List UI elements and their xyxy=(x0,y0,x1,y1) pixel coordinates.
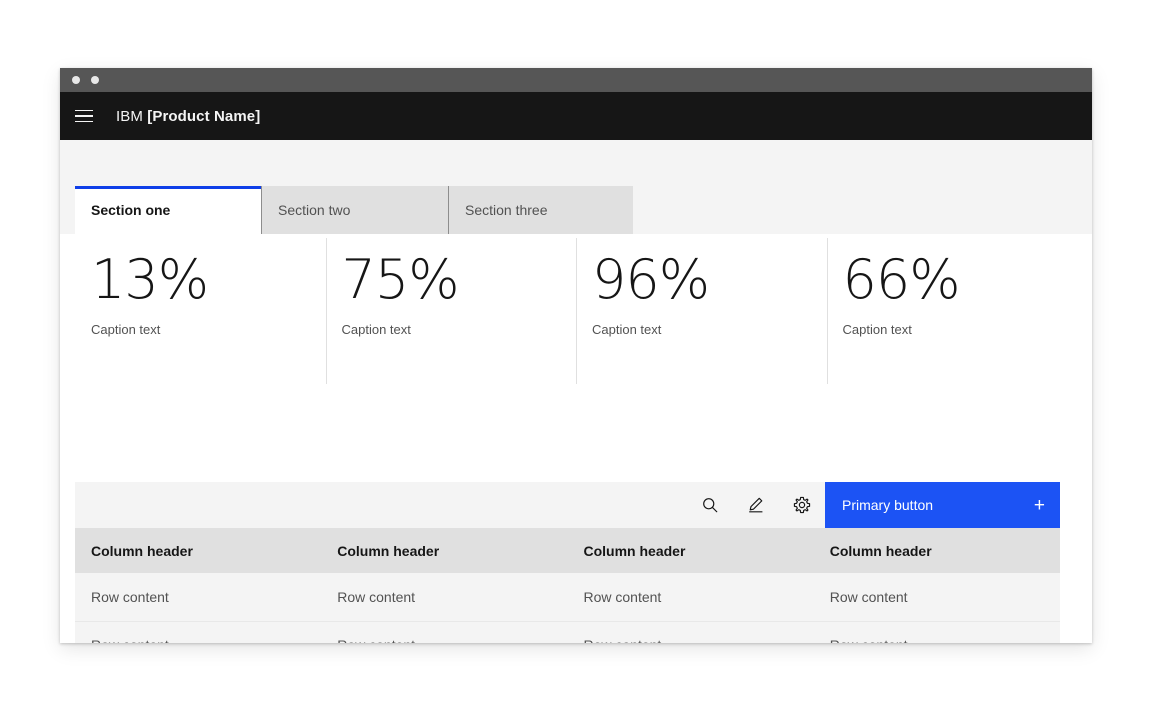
table-header-row: Column header Column header Column heade… xyxy=(75,528,1060,573)
tab-section-one-label: Section one xyxy=(91,202,170,218)
plus-icon: + xyxy=(1034,496,1045,515)
table-cell: Row content xyxy=(321,621,567,643)
stat-caption-3: Caption text xyxy=(592,322,827,337)
screenshot-root: IBM [Product Name] Section one Section t… xyxy=(0,0,1152,720)
table-cell: Row content xyxy=(75,621,321,643)
browser-window: IBM [Product Name] Section one Section t… xyxy=(60,68,1092,643)
table-cell: Row content xyxy=(814,573,1060,621)
stat-card-2: 75% Caption text xyxy=(326,234,577,388)
table-row[interactable]: Row content Row content Row content Row … xyxy=(75,573,1060,621)
column-header-2[interactable]: Column header xyxy=(321,528,567,573)
stat-group: 13% Caption text 75% Caption text 96% Ca… xyxy=(75,234,1077,388)
table-body: Row content Row content Row content Row … xyxy=(75,573,1060,643)
stat-value-4: 66% xyxy=(843,250,1078,310)
stat-caption-4: Caption text xyxy=(843,322,1078,337)
tab-section-one[interactable]: Section one xyxy=(75,186,261,234)
stat-card-1: 13% Caption text xyxy=(75,234,326,388)
window-titlebar xyxy=(60,68,1092,92)
column-header-3[interactable]: Column header xyxy=(568,528,814,573)
hamburger-line-1 xyxy=(75,110,93,112)
primary-button-label: Primary button xyxy=(842,497,933,513)
stat-caption-1: Caption text xyxy=(91,322,326,337)
settings-icon[interactable] xyxy=(779,482,825,528)
tab-section-three[interactable]: Section three xyxy=(448,186,633,234)
stat-value-1: 13% xyxy=(91,250,326,310)
stat-value-3: 96% xyxy=(592,250,827,310)
data-table: Column header Column header Column heade… xyxy=(75,528,1060,643)
table-head: Column header Column header Column heade… xyxy=(75,528,1060,573)
tab-section-three-label: Section three xyxy=(465,202,548,218)
app-product-name: [Product Name] xyxy=(147,108,260,125)
table-cell: Row content xyxy=(75,573,321,621)
data-table-block: Primary button + Column header Column he… xyxy=(75,482,1060,643)
stat-card-4: 66% Caption text xyxy=(827,234,1078,388)
stat-value-2: 75% xyxy=(342,250,577,310)
stat-caption-2: Caption text xyxy=(342,322,577,337)
hamburger-menu-icon[interactable] xyxy=(60,92,108,140)
column-header-4[interactable]: Column header xyxy=(814,528,1060,573)
table-toolbar: Primary button + xyxy=(75,482,1060,528)
primary-button[interactable]: Primary button + xyxy=(825,482,1060,528)
table-row[interactable]: Row content Row content Row content Row … xyxy=(75,621,1060,643)
window-dot-two[interactable] xyxy=(91,76,99,84)
table-cell: Row content xyxy=(568,621,814,643)
hamburger-line-3 xyxy=(75,121,93,123)
edit-icon[interactable] xyxy=(733,482,779,528)
tab-section-two-label: Section two xyxy=(278,202,350,218)
hamburger-line-2 xyxy=(75,115,93,117)
search-icon[interactable] xyxy=(687,482,733,528)
tab-list: Section one Section two Section three xyxy=(75,186,633,234)
table-cell: Row content xyxy=(568,573,814,621)
table-cell: Row content xyxy=(814,621,1060,643)
table-cell: Row content xyxy=(321,573,567,621)
app-header: IBM [Product Name] xyxy=(60,92,1092,140)
app-brand: IBM xyxy=(116,108,143,125)
stat-card-3: 96% Caption text xyxy=(576,234,827,388)
window-dot-one[interactable] xyxy=(72,76,80,84)
app-title: IBM [Product Name] xyxy=(108,108,260,125)
app-body: Section one Section two Section three 13… xyxy=(60,140,1092,643)
tab-section-two[interactable]: Section two xyxy=(261,186,448,234)
column-header-1[interactable]: Column header xyxy=(75,528,321,573)
